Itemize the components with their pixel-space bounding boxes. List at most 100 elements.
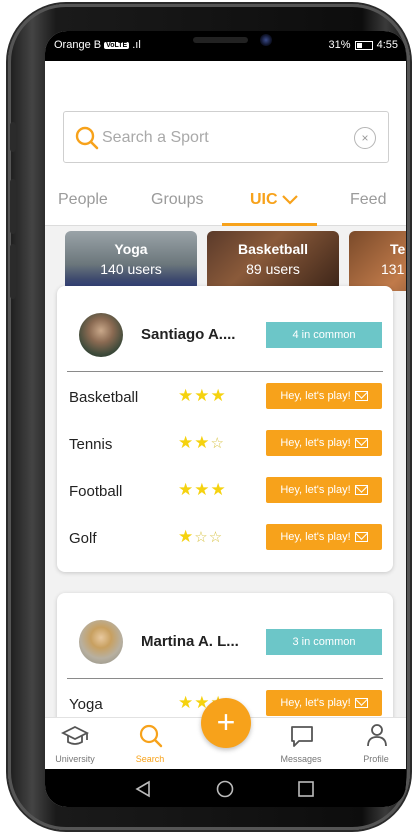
front-camera xyxy=(260,34,272,46)
nav-label: Search xyxy=(135,754,165,764)
profile-icon xyxy=(367,724,387,747)
graduation-cap-icon xyxy=(61,725,89,745)
divider xyxy=(67,371,383,372)
nav-label: Profile xyxy=(363,754,389,764)
lets-play-label: Hey, let's play! xyxy=(280,531,351,543)
sport-row: Golf ★☆☆ Hey, let's play! xyxy=(57,524,393,554)
search-box[interactable]: × xyxy=(63,111,389,163)
star-filled-icon: ★ xyxy=(194,433,211,452)
nav-university[interactable]: University xyxy=(45,718,105,770)
sport-row: Tennis ★★☆ Hey, let's play! xyxy=(57,430,393,460)
avatar xyxy=(79,313,123,357)
mail-icon xyxy=(354,485,368,495)
signal-icon: .ıl xyxy=(132,39,141,51)
clear-search-button[interactable]: × xyxy=(354,127,376,149)
back-icon[interactable] xyxy=(134,780,152,798)
sport-card-name: Te xyxy=(390,241,406,257)
sport-name: Basketball xyxy=(69,389,139,406)
lets-play-button[interactable]: Hey, let's play! xyxy=(266,430,382,456)
nav-messages[interactable]: Messages xyxy=(271,718,331,770)
sport-name: Golf xyxy=(69,530,97,547)
lets-play-label: Hey, let's play! xyxy=(280,390,351,402)
star-filled-icon: ★ xyxy=(210,386,227,405)
star-filled-icon: ★ xyxy=(178,480,195,499)
battery-icon xyxy=(354,40,373,50)
sport-name: Tennis xyxy=(69,436,113,453)
clock: 4:55 xyxy=(376,39,398,51)
star-empty-icon: ☆ xyxy=(194,529,209,546)
volume-down-button xyxy=(10,244,16,299)
mute-switch xyxy=(10,122,16,152)
status-bar: Orange B VoLTE .ıl 31% 4:55 xyxy=(45,31,406,61)
user-name[interactable]: Santiago A.... xyxy=(141,326,235,343)
lets-play-button[interactable]: Hey, let's play! xyxy=(266,383,382,409)
mail-icon xyxy=(354,532,368,542)
sport-card-users: 89 users xyxy=(246,261,300,277)
speaker xyxy=(193,37,248,43)
mail-icon xyxy=(354,391,368,401)
lets-play-label: Hey, let's play! xyxy=(280,484,351,496)
star-filled-icon: ★ xyxy=(194,386,211,405)
battery-percent: 31% xyxy=(328,39,351,51)
divider xyxy=(67,678,383,679)
search-icon xyxy=(139,724,163,748)
star-empty-icon: ☆ xyxy=(210,435,225,452)
tab-uic[interactable]: UIC xyxy=(250,191,298,209)
volume-up-button xyxy=(10,179,16,234)
rating-stars: ★★★ xyxy=(178,480,227,500)
home-icon[interactable] xyxy=(216,780,234,798)
sport-card-name: Basketball xyxy=(237,241,309,257)
search-input[interactable] xyxy=(102,124,342,152)
avatar xyxy=(79,620,123,664)
lets-play-label: Hey, let's play! xyxy=(280,697,351,709)
user-name[interactable]: Martina A. L... xyxy=(141,633,239,650)
star-filled-icon: ★ xyxy=(178,527,195,546)
header: × People Groups UIC Feed xyxy=(45,61,406,226)
rating-stars: ★★★ xyxy=(178,386,227,406)
tab-feed[interactable]: Feed xyxy=(350,191,386,209)
volte-badge: VoLTE xyxy=(104,41,130,49)
tab-groups[interactable]: Groups xyxy=(151,191,203,209)
star-filled-icon: ★ xyxy=(178,693,195,712)
tab-bar: People Groups UIC Feed xyxy=(45,183,406,226)
sport-card-users: 140 users xyxy=(100,261,162,277)
lets-play-button[interactable]: Hey, let's play! xyxy=(266,477,382,503)
sport-card-tennis[interactable]: Te 131 xyxy=(349,231,406,291)
add-button[interactable]: + xyxy=(201,698,251,748)
lets-play-label: Hey, let's play! xyxy=(280,437,351,449)
tab-people[interactable]: People xyxy=(58,191,108,209)
nav-label: University xyxy=(55,754,95,764)
user-card[interactable]: Santiago A.... 4 in common Basketball ★★… xyxy=(57,286,393,572)
rating-stars: ★★☆ xyxy=(178,433,225,453)
common-badge: 3 in common xyxy=(266,629,382,655)
carrier-label: Orange B xyxy=(54,39,102,51)
mail-icon xyxy=(354,438,368,448)
lets-play-button[interactable]: Hey, let's play! xyxy=(266,690,382,716)
mail-icon xyxy=(354,698,368,708)
rating-stars: ★☆☆ xyxy=(178,527,223,547)
system-nav-bar xyxy=(45,769,406,807)
sport-card-users: 131 xyxy=(381,261,405,277)
star-filled-icon: ★ xyxy=(210,480,227,499)
sport-row: Football ★★★ Hey, let's play! xyxy=(57,477,393,507)
star-filled-icon: ★ xyxy=(178,386,195,405)
nav-label: Messages xyxy=(280,754,322,764)
sport-name: Football xyxy=(69,483,123,500)
search-icon xyxy=(74,125,100,151)
star-filled-icon: ★ xyxy=(194,480,211,499)
star-empty-icon: ☆ xyxy=(208,529,224,546)
chevron-down-icon xyxy=(281,195,298,205)
sport-card-basketball[interactable]: Basketball 89 users xyxy=(207,231,339,291)
tab-uic-label: UIC xyxy=(250,191,278,208)
message-icon xyxy=(291,726,313,747)
sport-name: Yoga xyxy=(69,696,103,713)
common-badge: 4 in common xyxy=(266,322,382,348)
sport-card-yoga[interactable]: Yoga 140 users xyxy=(65,231,197,291)
sport-card-name: Yoga xyxy=(114,241,148,257)
nav-profile[interactable]: Profile xyxy=(346,718,406,770)
recents-icon[interactable] xyxy=(297,780,315,798)
lets-play-button[interactable]: Hey, let's play! xyxy=(266,524,382,550)
sport-carousel[interactable]: Yoga 140 users Basketball 89 users Te 13… xyxy=(45,226,406,291)
app-screen: Orange B VoLTE .ıl 31% 4:55 × xyxy=(45,31,406,807)
nav-search[interactable]: Search xyxy=(120,718,180,770)
